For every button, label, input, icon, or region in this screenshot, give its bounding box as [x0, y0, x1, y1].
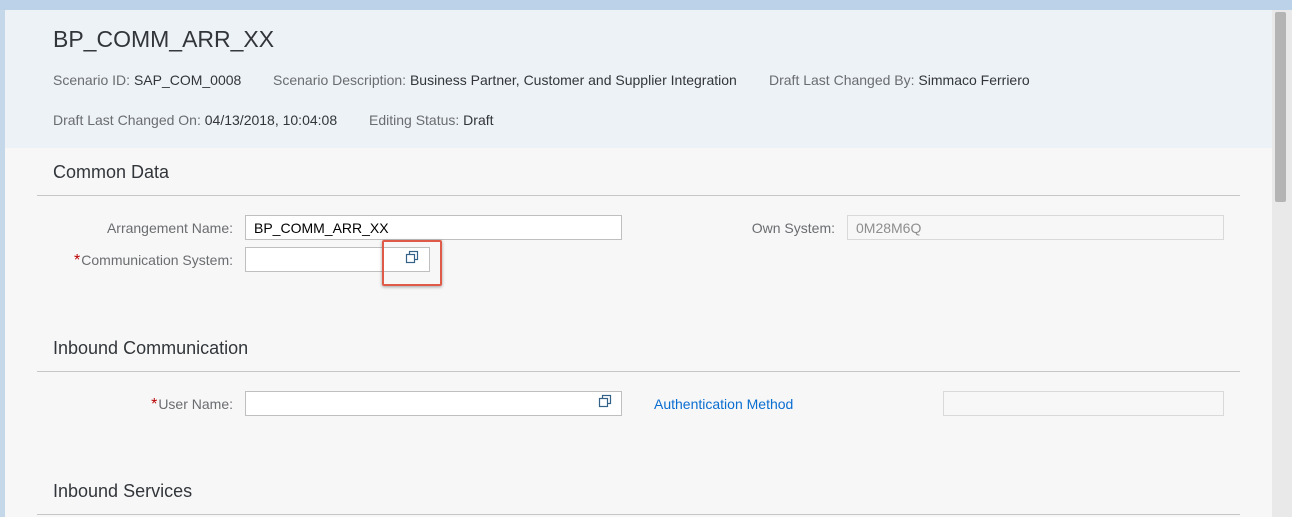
inbound-communication-divider — [37, 371, 1240, 372]
value-help-icon — [598, 394, 612, 413]
draft-last-changed-on-attribute: Draft Last Changed On04/13/2018, 10:04:0… — [53, 112, 337, 128]
editing-status-value: Draft — [463, 112, 494, 128]
own-system-field — [847, 215, 1224, 240]
page-title: BP_COMM_ARR_XX — [53, 26, 275, 52]
draft-last-changed-by-attribute: Draft Last Changed BySimmaco Ferriero — [769, 72, 1030, 88]
own-system-label: Own System: — [751, 220, 835, 236]
draft-last-changed-by-label: Draft Last Changed By — [769, 72, 918, 88]
arrangement-name-input[interactable] — [245, 215, 622, 240]
scenario-id-attribute: Scenario IDSAP_COM_0008 — [53, 72, 241, 88]
draft-last-changed-by-value: Simmaco Ferriero — [918, 72, 1030, 88]
scenario-id-value: SAP_COM_0008 — [133, 72, 242, 88]
arrangement-name-label: Arrangement Name: — [106, 220, 233, 236]
scenario-id-label: Scenario ID — [53, 72, 134, 88]
common-data-divider — [37, 195, 1240, 196]
editing-status-label: Editing Status — [369, 112, 463, 128]
user-name-label-wrap: *User Name: — [151, 396, 233, 414]
common-data-section-title: Common Data — [53, 162, 170, 182]
scenario-description-label: Scenario Description — [273, 72, 410, 88]
user-name-input[interactable] — [245, 391, 622, 416]
authentication-method-field — [943, 391, 1224, 416]
inbound-communication-section-title: Inbound Communication — [53, 338, 249, 358]
vertical-scrollbar[interactable] — [1272, 10, 1292, 517]
highlight-box — [382, 240, 442, 286]
draft-last-changed-on-value: 04/13/2018, 10:04:08 — [204, 112, 338, 128]
inbound-services-divider — [37, 514, 1240, 515]
scenario-description-attribute: Scenario DescriptionBusiness Partner, Cu… — [273, 72, 737, 88]
communication-system-label: Communication System: — [81, 252, 233, 268]
user-name-label: User Name: — [158, 396, 233, 412]
scenario-description-value: Business Partner, Customer and Supplier … — [409, 72, 737, 88]
top-strip — [0, 0, 1292, 10]
object-header: BP_COMM_ARR_XX Scenario IDSAP_COM_0008 S… — [5, 10, 1272, 148]
user-name-value-help-button[interactable] — [594, 392, 616, 414]
communication-system-label-wrap: *Communication System: — [74, 252, 233, 270]
authentication-method-link[interactable]: Authentication Method — [654, 396, 793, 412]
draft-last-changed-on-label: Draft Last Changed On — [53, 112, 205, 128]
required-asterisk: * — [74, 252, 81, 269]
inbound-services-section-title: Inbound Services — [53, 481, 193, 501]
required-asterisk: * — [151, 396, 158, 413]
editing-status-attribute: Editing StatusDraft — [369, 112, 494, 128]
scrollbar-thumb[interactable] — [1275, 12, 1286, 202]
object-page: BP_COMM_ARR_XX Scenario IDSAP_COM_0008 S… — [5, 10, 1272, 517]
